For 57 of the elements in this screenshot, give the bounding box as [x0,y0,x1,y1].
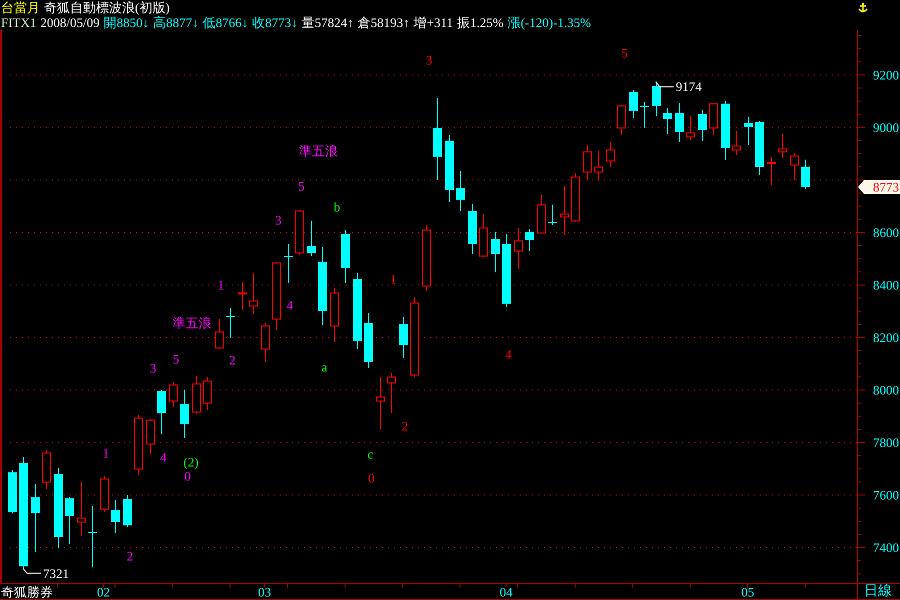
wave-label: 4 [286,297,294,312]
quote-field: 倉58193↑ [358,15,410,30]
extreme-price-label: 9174 [676,79,702,94]
quote-field: 振1.25% [456,15,504,30]
price-axis-label: 7400 [873,540,899,556]
quote-field: 增+311 [414,15,453,30]
leader-line [655,81,674,88]
wave-label: 2 [229,352,236,368]
wave-label: 5 [172,352,180,367]
wave-label: a [322,360,328,375]
wave-label: 4 [505,346,512,362]
price-axis-label: 8200 [873,330,899,345]
wave-label: 5 [298,178,305,194]
quote-field: 低8766↓ [202,15,248,30]
quote-field: 高8877↓ [153,15,199,30]
wave-label: 1 [390,271,397,286]
wave-label: c [368,446,374,462]
wave-label: 1 [218,277,224,292]
leader-line [22,568,42,574]
wave-label: 2 [402,418,408,434]
wave-label: 5 [621,45,628,60]
price-axis-label: 8400 [873,277,899,292]
wave-label: (2) [183,454,199,470]
quote-field: 漲(-120)-1.35% [508,15,591,30]
extreme-price-label: 7321 [43,566,69,581]
month-label: 03 [258,584,272,600]
quote-field: 2008/05/09 [40,15,100,30]
period-label[interactable]: 日線 [857,584,899,599]
price-axis-label: 7600 [873,488,899,503]
month-label: 05 [741,584,754,600]
wave-label: 3 [275,212,282,228]
contract-name: 台當月 [1,0,40,15]
wave-label: 準五浪 [172,316,212,331]
wave-label: 0 [368,470,375,486]
indicator-title: 奇狐自動標波浪(初版) [44,0,170,15]
wave-label: 3 [150,360,156,376]
wave-label: 2 [126,548,134,564]
wave-label: 4 [160,449,167,464]
price-axis-label: 8000 [873,382,899,398]
price-axis-label: 8600 [873,224,899,240]
wave-label: 3 [426,52,432,68]
last-price-tag: 8773 [858,180,900,195]
wave-label: 1 [102,446,110,461]
month-label: 04 [500,584,513,600]
anchor-icon[interactable] [858,2,868,13]
quote-field: 開8850↓ [104,15,150,30]
wave-label: 0 [184,468,191,484]
price-axis-label: 7800 [873,435,899,450]
quote-field: 收8773↓ [252,15,298,30]
wave-label: 準五浪 [299,144,338,159]
quote-field: 量57824↑ [302,15,354,30]
wave-label: b [334,199,340,214]
price-axis-label: 9200 [873,67,899,82]
brand-label: 奇狐勝券 [1,584,53,600]
quote-field: FITX1 [1,15,36,30]
month-label: 02 [97,584,110,600]
price-axis-label: 9000 [873,120,899,135]
